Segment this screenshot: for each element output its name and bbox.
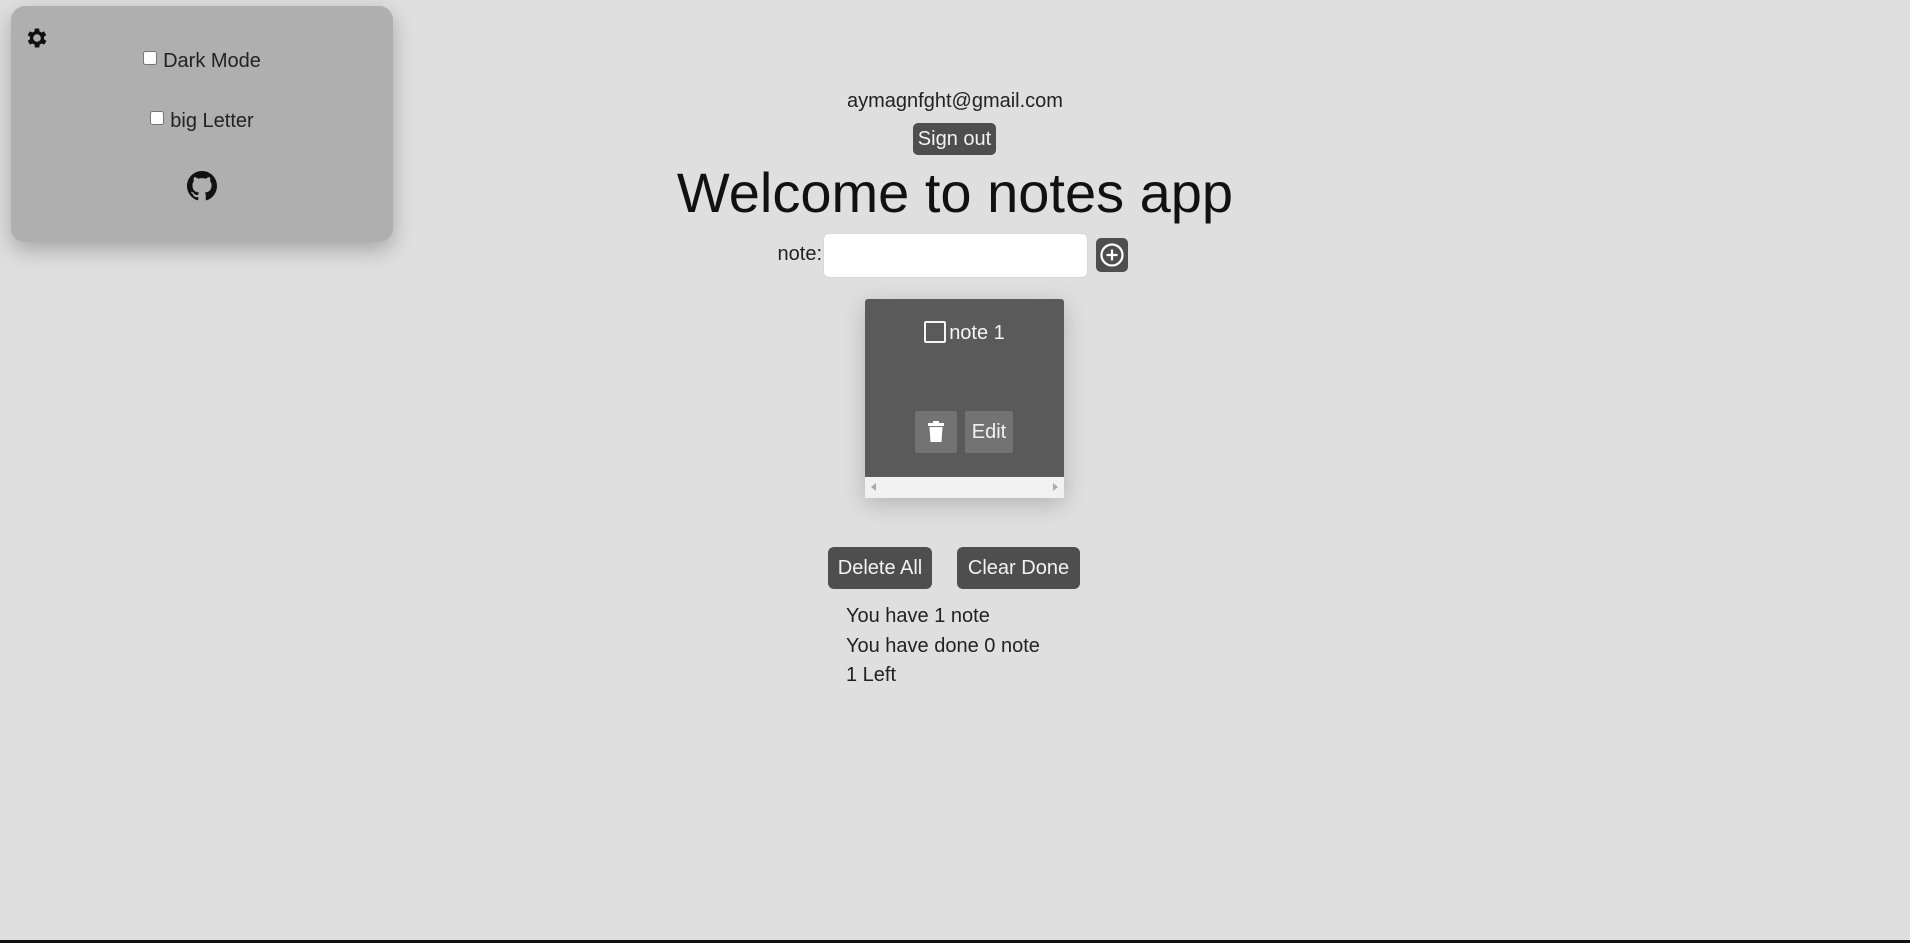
note-title: note 1	[865, 321, 1064, 345]
note-label: note:	[777, 243, 822, 265]
edit-note-button[interactable]: Edit	[965, 411, 1013, 453]
horizontal-scrollbar[interactable]	[865, 477, 1064, 498]
dark-mode-option: Dark Mode	[11, 50, 393, 73]
trash-icon	[928, 421, 944, 442]
scroll-right-arrow[interactable]	[1053, 483, 1058, 491]
big-letter-label: big Letter	[170, 110, 254, 132]
dark-mode-label: Dark Mode	[163, 50, 261, 72]
done-notes-count: You have done 0 note	[846, 635, 1040, 657]
note-input[interactable]	[823, 233, 1088, 278]
scroll-left-arrow[interactable]	[871, 483, 876, 491]
delete-note-button[interactable]	[915, 411, 957, 453]
clear-done-button[interactable]: Clear Done	[957, 547, 1080, 589]
big-letter-option: big Letter	[11, 110, 393, 133]
total-notes-count: You have 1 note	[846, 605, 990, 627]
delete-all-button[interactable]: Delete All	[828, 547, 932, 589]
note-text: note 1	[949, 322, 1005, 344]
add-note-button[interactable]	[1096, 238, 1128, 272]
dark-mode-checkbox[interactable]	[143, 51, 158, 65]
plus-circle-icon	[1100, 243, 1124, 267]
big-letter-checkbox[interactable]	[150, 111, 165, 125]
note-done-checkbox[interactable]	[924, 321, 947, 343]
notes-left-count: 1 Left	[846, 664, 897, 686]
gear-icon[interactable]	[24, 25, 50, 51]
user-email: aymagnfght@gmail.com	[847, 90, 1063, 112]
note-card: note 1 Edit	[865, 299, 1064, 498]
sign-out-button[interactable]: Sign out	[913, 123, 996, 155]
page-title: Welcome to notes app	[676, 161, 1234, 224]
